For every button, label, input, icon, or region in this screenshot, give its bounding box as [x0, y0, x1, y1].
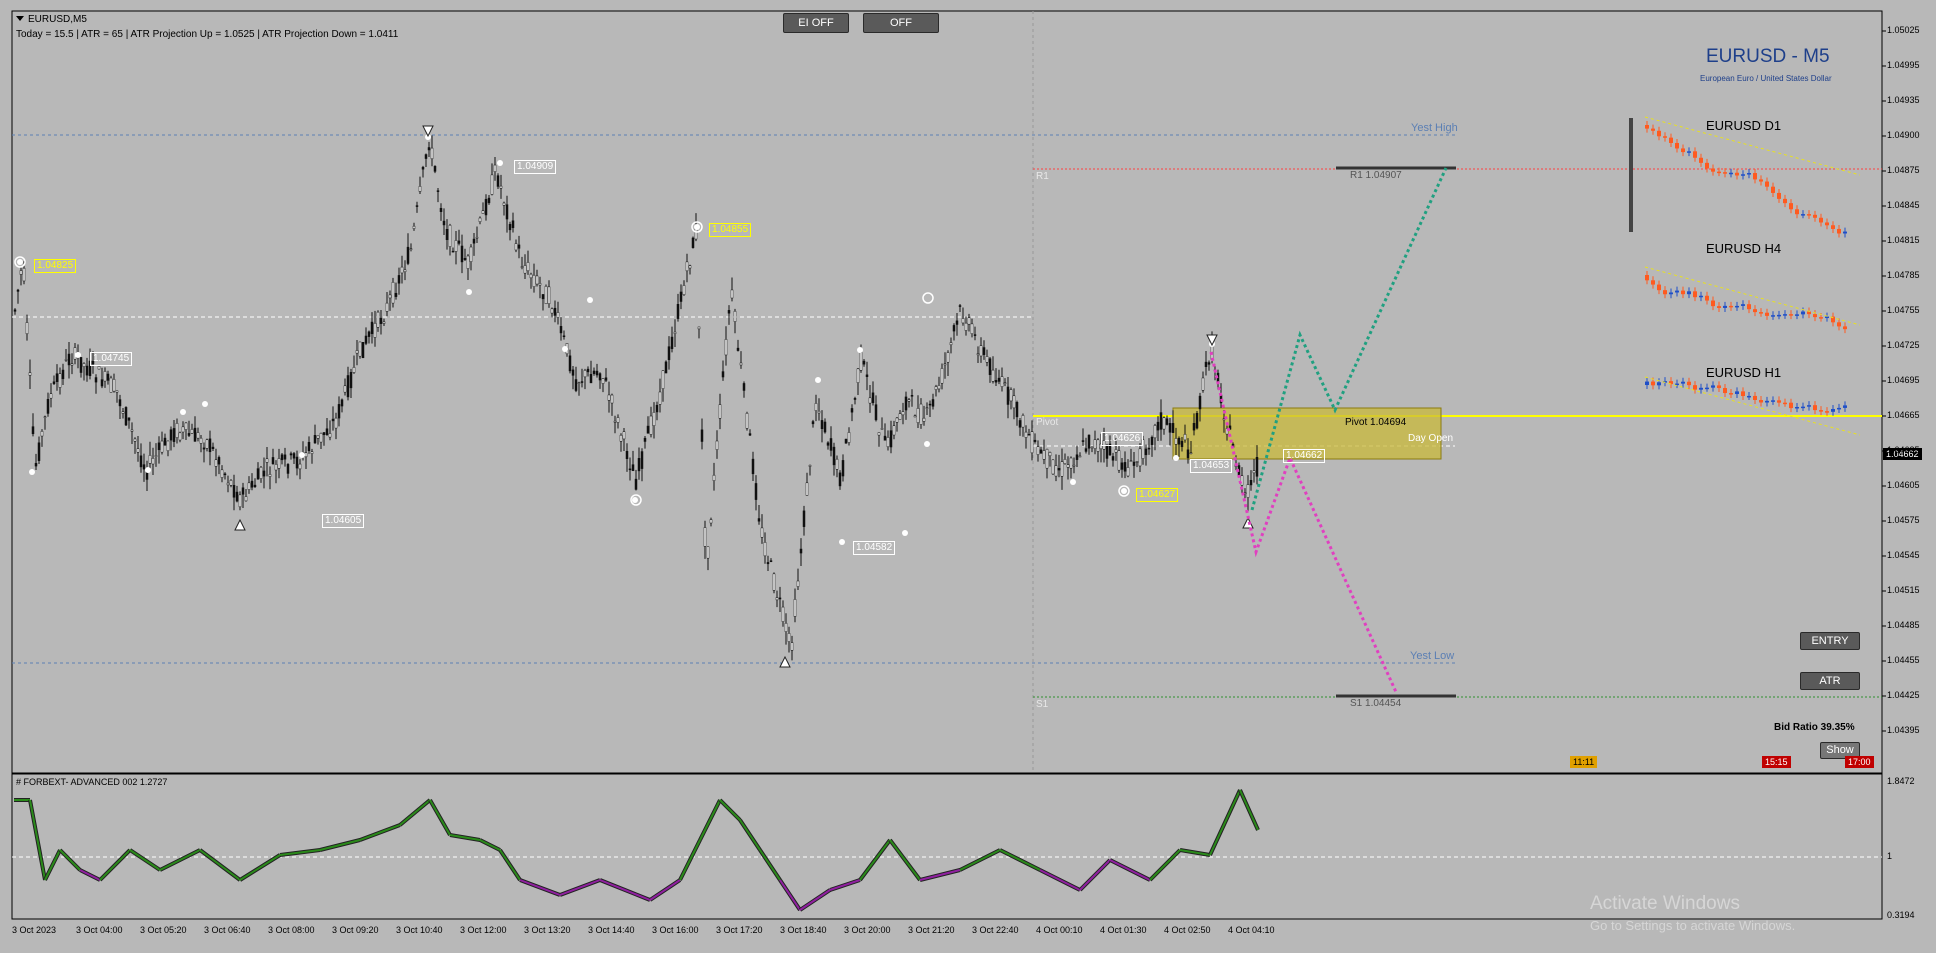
price-axis-label: 1.04900 [1887, 130, 1920, 140]
time-axis-label: 3 Oct 04:00 [76, 925, 123, 935]
price-axis [1882, 30, 1886, 732]
time-axis-label: 4 Oct 04:10 [1228, 925, 1275, 935]
time-axis-label: 3 Oct 18:40 [780, 925, 827, 935]
time-tag: 17:00 [1845, 756, 1874, 768]
panel-subtitle: European Euro / United States Dollar [1700, 74, 1832, 83]
time-axis-label: 3 Oct 09:20 [332, 925, 379, 935]
time-axis-label: 3 Oct 10:40 [396, 925, 443, 935]
price-axis-label: 1.04425 [1887, 690, 1920, 700]
yest-high-label: Yest High [1411, 122, 1458, 134]
price-axis-label: 1.05025 [1887, 25, 1920, 35]
time-axis-label: 4 Oct 00:10 [1036, 925, 1083, 935]
day-open-label: Day Open [1408, 433, 1454, 444]
price-axis-label: 1.04515 [1887, 585, 1920, 595]
time-axis-label: 3 Oct 2023 [12, 925, 57, 935]
price-axis-label: 1.04785 [1887, 270, 1920, 280]
price-tag: 1.04745 [90, 352, 133, 366]
price-tag: 1.04825 [34, 259, 77, 273]
atr-button[interactable]: ATR [1800, 672, 1860, 690]
chart-canvas[interactable] [0, 0, 1936, 953]
indicator-axis-top: 1.8472 [1887, 776, 1915, 786]
ei-off-button[interactable]: EI OFF [783, 13, 849, 33]
time-axis-label: 3 Oct 17:20 [716, 925, 763, 935]
info-bar: Today = 15.5 | ATR = 65 | ATR Projection… [16, 29, 399, 40]
pivot-left-label: Pivot [1036, 417, 1059, 428]
activation-watermark: Activate Windows [1590, 893, 1740, 914]
price-axis-label: 1.04545 [1887, 550, 1920, 560]
price-axis-label: 1.04635 [1887, 445, 1920, 455]
price-tag: 1.04626 [1101, 432, 1144, 446]
indicator-axis-bot: 0.3194 [1887, 910, 1915, 920]
price-tag: 1.04605 [322, 514, 365, 528]
time-axis-label: 3 Oct 20:00 [844, 925, 891, 935]
time-axis-label: 3 Oct 05:20 [140, 925, 187, 935]
bid-ratio: Bid Ratio 39.35% [1774, 722, 1855, 733]
indicator-title: # FORBEXT- ADVANCED 002 1.2727 [16, 777, 168, 787]
time-axis-label: 4 Oct 01:30 [1100, 925, 1147, 935]
time-axis-label: 3 Oct 12:00 [460, 925, 507, 935]
price-tag: 1.04582 [853, 541, 896, 555]
price-axis-label: 1.04575 [1887, 515, 1920, 525]
indicator-axis-mid: 1 [1887, 851, 1893, 861]
price-axis-label: 1.04845 [1887, 200, 1920, 210]
symbol-header: EURUSD,M5 [16, 14, 87, 25]
tf-d1-label: EURUSD D1 [1706, 118, 1782, 133]
price-axis-label: 1.04875 [1887, 165, 1920, 175]
price-axis-label: 1.04605 [1887, 480, 1920, 490]
main-chart-frame [11, 10, 1883, 774]
time-axis-label: 3 Oct 06:40 [204, 925, 251, 935]
price-axis-label: 1.04455 [1887, 655, 1920, 665]
price-axis-label: 1.04755 [1887, 305, 1920, 315]
price-tag: 1.04627 [1136, 488, 1179, 502]
time-tag: 15:15 [1762, 756, 1791, 768]
r1-label: R1 1.04907 [1350, 170, 1402, 181]
time-axis-label: 3 Oct 13:20 [524, 925, 571, 935]
tf-h4-label: EURUSD H4 [1706, 241, 1782, 256]
price-axis-label: 1.04485 [1887, 620, 1920, 630]
price-tag: 1.04653 [1190, 459, 1233, 473]
time-axis-label: 3 Oct 21:20 [908, 925, 955, 935]
pivot-label: Pivot 1.04694 [1345, 417, 1407, 428]
activation-watermark-sub: Go to Settings to activate Windows. [1590, 918, 1796, 933]
time-axis-label: 3 Oct 16:00 [652, 925, 699, 935]
s1-left-label: S1 [1036, 699, 1049, 710]
r1-left-label: R1 [1036, 171, 1049, 182]
off-button[interactable]: OFF [863, 13, 939, 33]
time-tag: 11:11 [1570, 756, 1598, 768]
price-axis-label: 1.04395 [1887, 725, 1920, 735]
price-tag: 1.04855 [709, 223, 752, 237]
price-axis-label: 1.04935 [1887, 95, 1920, 105]
collapse-triangle-icon[interactable] [16, 16, 24, 21]
yest-low-label: Yest Low [1410, 650, 1455, 662]
price-axis-label: 1.04665 [1887, 410, 1920, 420]
time-axis-label: 3 Oct 22:40 [972, 925, 1019, 935]
price-axis-label: 1.04995 [1887, 60, 1920, 70]
tf-h1-label: EURUSD H1 [1706, 365, 1782, 380]
price-tag: 1.04662 [1283, 449, 1326, 463]
s1-label: S1 1.04454 [1350, 698, 1402, 709]
price-axis-label: 1.04815 [1887, 235, 1920, 245]
time-axis-label: 4 Oct 02:50 [1164, 925, 1211, 935]
price-axis-label: 1.04695 [1887, 375, 1920, 385]
price-tag: 1.04909 [514, 160, 557, 174]
time-axis-label: 3 Oct 14:40 [588, 925, 635, 935]
time-axis-label: 3 Oct 08:00 [268, 925, 315, 935]
entry-button[interactable]: ENTRY [1800, 632, 1860, 650]
price-axis-label: 1.04725 [1887, 340, 1920, 350]
panel-title: EURUSD - M5 [1706, 46, 1830, 67]
